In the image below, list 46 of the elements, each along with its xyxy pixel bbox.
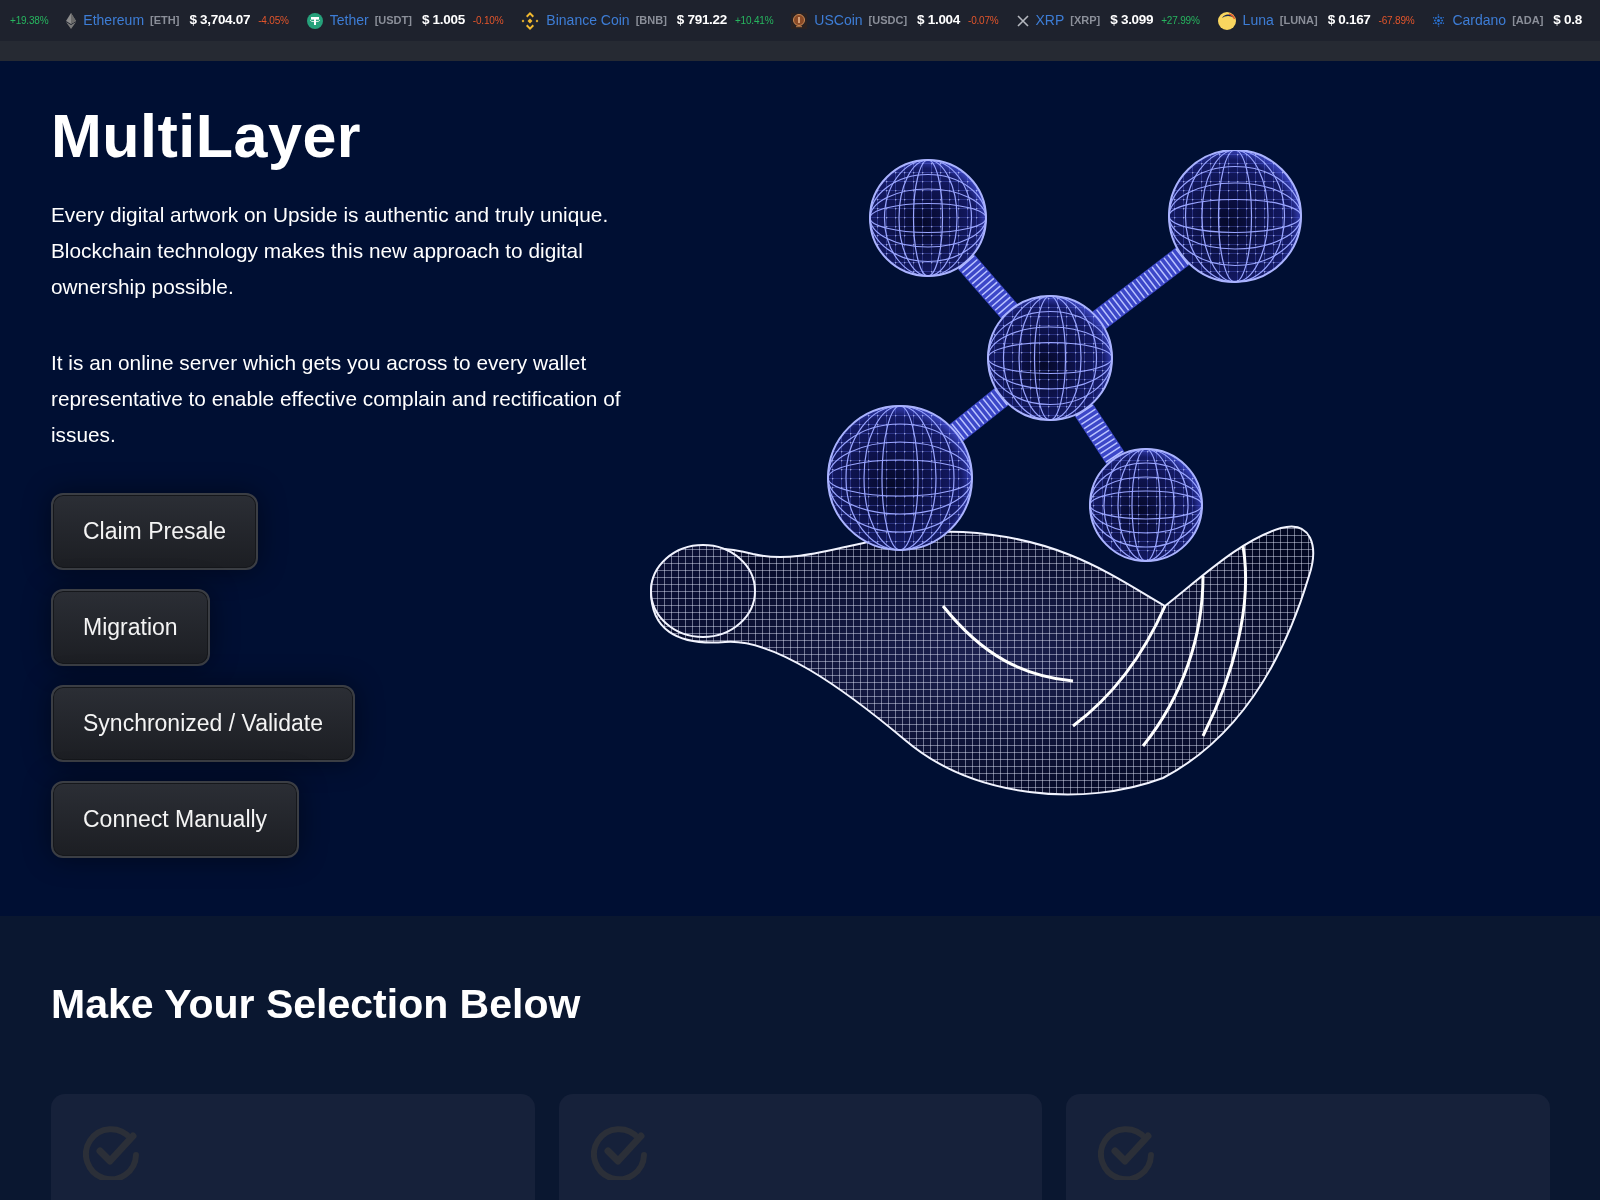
coin-name-link[interactable]: Tether <box>329 10 369 31</box>
coin-price: $ 0.167 <box>1327 11 1371 30</box>
coin-icon <box>791 12 808 29</box>
selection-card[interactable] <box>51 1094 535 1200</box>
coin-name-link[interactable]: XRP <box>1035 10 1065 31</box>
section-heading: Make Your Selection Below <box>51 980 581 1029</box>
diamond-icon <box>66 12 77 29</box>
action-button[interactable]: Claim Presale <box>51 493 259 570</box>
action-button[interactable]: Synchronized / Validate <box>51 685 355 762</box>
price-change: +10.41% <box>734 14 774 28</box>
coin-symbol: [BNB] <box>635 13 667 29</box>
coin-name-link[interactable]: Binance Coin <box>546 10 630 31</box>
price-change: +27.99% <box>1161 14 1200 28</box>
price-change: -67.89% <box>1378 14 1415 28</box>
dot-cluster-icon <box>1432 14 1446 27</box>
action-button[interactable]: Migration <box>51 589 210 666</box>
cross-icon <box>1016 14 1029 27</box>
coin-symbol: [USDC] <box>868 13 908 29</box>
intro-paragraph: Every digital artwork on Upside is authentic and truly unique. Blockchain technology makes this new approach to digital ownership possible. <box>51 202 610 300</box>
selection-card[interactable] <box>1066 1094 1550 1200</box>
price-change: -0.10% <box>472 14 504 28</box>
coin-price: $ 3,704.07 <box>189 11 251 30</box>
coin-symbol: [USDT] <box>374 13 412 29</box>
coin-name-link[interactable]: Cardano <box>1452 10 1507 31</box>
diamond-grid-icon <box>521 11 540 30</box>
coin-name-link[interactable]: Luna <box>1242 10 1274 31</box>
coin-price: $ 0.8 <box>1553 11 1582 30</box>
price-change: -4.05% <box>258 14 289 28</box>
intro-paragraph: It is an online server which gets you across to every wallet representative to enable effective complain and rectification of issues. <box>51 350 622 448</box>
coin-symbol: [LUNA] <box>1279 13 1318 29</box>
coin-symbol: [ETH] <box>150 13 180 29</box>
coin-name-link[interactable]: Ethereum <box>83 10 145 31</box>
selection-card[interactable] <box>558 1094 1043 1200</box>
t-coin-icon <box>306 12 323 29</box>
price-change: -0.07% <box>968 14 999 28</box>
crescent-icon <box>1217 11 1236 30</box>
action-button[interactable]: Connect Manually <box>51 781 300 858</box>
coin-price: $ 1.004 <box>917 11 961 30</box>
coin-symbol: [ADA] <box>1512 13 1544 29</box>
coin-symbol: [XRP] <box>1070 13 1101 29</box>
coin-price: $ 791.22 <box>676 11 727 30</box>
page-title: MultiLayer <box>51 101 362 172</box>
coin-price: $ 3.099 <box>1110 11 1154 30</box>
price-change: +19.38% <box>10 14 49 28</box>
coin-name-link[interactable]: USCoin <box>814 10 863 31</box>
coin-price: $ 1.005 <box>421 11 465 30</box>
